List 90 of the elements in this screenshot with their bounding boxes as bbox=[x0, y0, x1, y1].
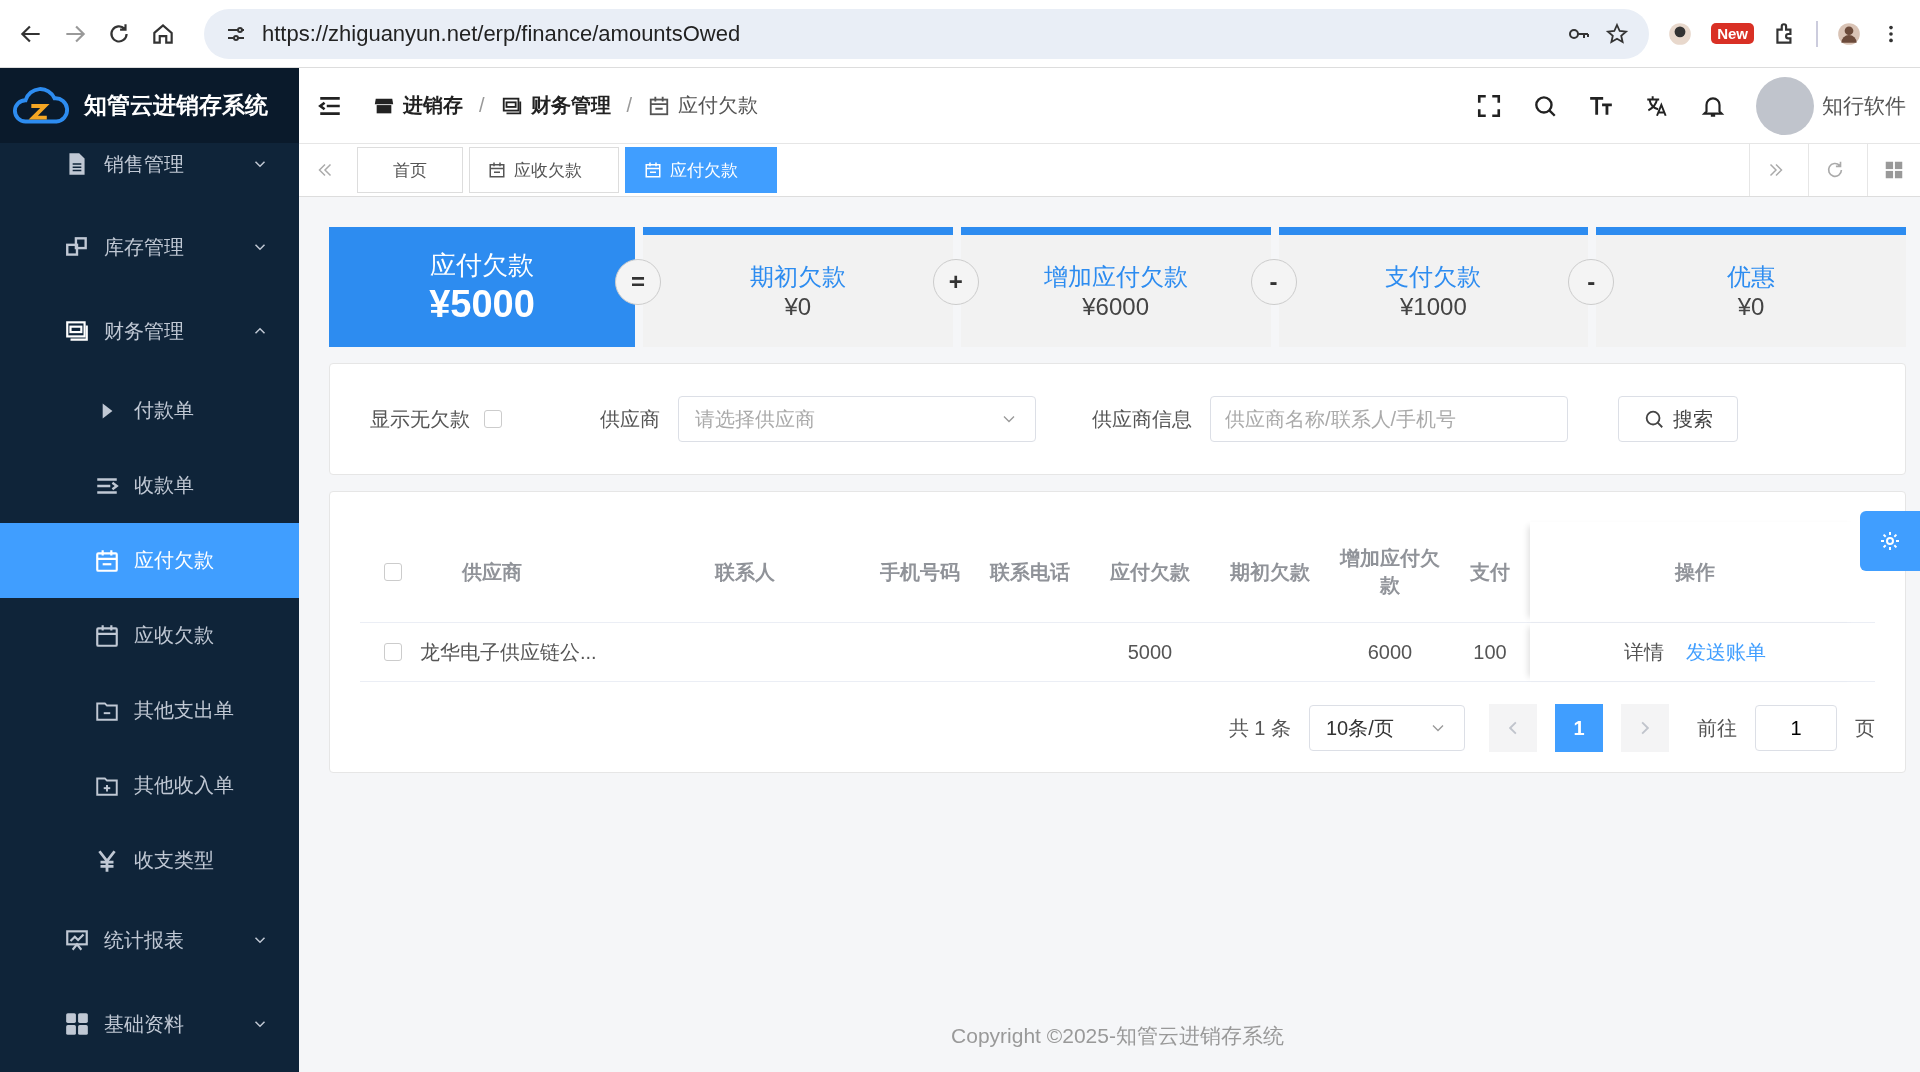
checkbox[interactable] bbox=[484, 410, 502, 428]
calendar-icon bbox=[94, 547, 120, 574]
page-tab[interactable]: 应收欠款 bbox=[469, 147, 619, 193]
sidebar-submenu-item[interactable]: 其他支出单 bbox=[0, 673, 299, 748]
summary-label: 增加应付欠款 bbox=[1043, 262, 1188, 292]
chevron-right-icon bbox=[1641, 721, 1649, 735]
star-icon[interactable] bbox=[1605, 21, 1630, 46]
fullscreen-icon[interactable] bbox=[1476, 92, 1502, 119]
page-size-select[interactable]: 10条/页 bbox=[1309, 705, 1465, 751]
sidebar-submenu-item[interactable]: 其他收入单 bbox=[0, 748, 299, 823]
checkbox[interactable] bbox=[384, 563, 402, 581]
sidebar-menu-item[interactable]: 基础资料 bbox=[0, 982, 299, 1066]
search-button[interactable]: 搜索 bbox=[1618, 396, 1738, 442]
menu-label: 销售管理 bbox=[104, 151, 185, 177]
column-header: 操作 bbox=[1530, 522, 1860, 622]
filter-label: 显示无欠款 bbox=[370, 406, 470, 432]
summary-label: 期初欠款 bbox=[749, 262, 846, 292]
summary-label: 支付欠款 bbox=[1385, 262, 1482, 292]
menu-label: 收支类型 bbox=[134, 848, 214, 873]
menu-label: 统计报表 bbox=[104, 927, 185, 953]
url-text: https://zhiguanyun.net/erp/finance/amountsOwed bbox=[262, 20, 742, 47]
chart-icon bbox=[64, 927, 90, 953]
grid-icon bbox=[1883, 159, 1905, 181]
breadcrumb-separator: / bbox=[626, 94, 633, 117]
calendar-icon bbox=[94, 622, 120, 649]
summary-label: 优惠 bbox=[1727, 262, 1776, 292]
total-label: 应付欠款 bbox=[430, 249, 534, 282]
menu-label: 收款单 bbox=[134, 473, 194, 498]
summary-value: ¥6000 bbox=[1082, 293, 1149, 321]
column-header: 联系电话 bbox=[988, 559, 1071, 585]
menu-label: 基础资料 bbox=[104, 1011, 185, 1037]
breadcrumb-item[interactable]: 财务管理 bbox=[530, 92, 611, 119]
sidebar-menu-item[interactable]: 财务管理 bbox=[0, 289, 299, 373]
menu-label: 库存管理 bbox=[104, 234, 185, 260]
column-header: 供应商 bbox=[461, 559, 523, 585]
column-header: 联系人 bbox=[713, 559, 776, 585]
checkbox[interactable] bbox=[384, 643, 402, 661]
page-input[interactable]: 1 bbox=[1755, 705, 1837, 751]
table-cell: 6000 bbox=[1367, 640, 1413, 663]
menu-label: 应付欠款 bbox=[134, 548, 214, 573]
user-name[interactable]: 知行软件 bbox=[1822, 91, 1906, 120]
menu-label: 财务管理 bbox=[104, 318, 185, 344]
sidebar-submenu-item[interactable]: 收支类型 bbox=[0, 823, 299, 898]
table-cell: 5000 bbox=[1127, 640, 1173, 663]
copyright-text: Copyright ©2025-知管云进销存系统 bbox=[950, 1023, 1285, 1049]
action-link[interactable]: 详情 bbox=[1624, 638, 1664, 666]
total-count: 共 1 条 bbox=[1228, 715, 1291, 741]
extension-new-badge[interactable]: New bbox=[1711, 23, 1754, 44]
filter-label: 供应商信息 bbox=[1092, 406, 1192, 432]
sidebar-menu-item[interactable]: 销售管理 bbox=[0, 143, 299, 205]
calendar-icon bbox=[648, 94, 671, 117]
app-title: 知管云进销存系统 bbox=[84, 91, 268, 120]
sidebar-submenu-item[interactable]: 付款单 bbox=[0, 373, 299, 448]
grid-icon bbox=[64, 1011, 90, 1037]
filter-label: 供应商 bbox=[600, 406, 660, 432]
column-header: 手机号码 bbox=[879, 559, 961, 585]
goto-label: 前往 bbox=[1697, 715, 1737, 741]
summary-value: ¥0 bbox=[1737, 293, 1765, 321]
menu-label: 其他收入单 bbox=[134, 773, 234, 798]
table-cell: 100 bbox=[1473, 640, 1507, 663]
menu-label: 应收欠款 bbox=[134, 623, 214, 648]
search-icon bbox=[1643, 408, 1665, 430]
wallet-icon bbox=[64, 318, 90, 344]
column-header: 增加应付欠款 bbox=[1338, 546, 1441, 598]
sidebar-menu-item[interactable]: 库存管理 bbox=[0, 205, 299, 289]
gear-icon bbox=[1878, 529, 1902, 553]
sidebar-submenu-item[interactable]: 应收欠款 bbox=[0, 598, 299, 673]
page-suffix: 页 bbox=[1855, 715, 1875, 741]
profile-avatar-icon[interactable] bbox=[1667, 20, 1694, 47]
summary-value: ¥0 bbox=[784, 293, 812, 321]
sidebar-submenu-item[interactable]: 收款单 bbox=[0, 448, 299, 523]
address-bar[interactable]: https://zhiguanyun.net/erp/finance/amountsOwed bbox=[204, 8, 1650, 59]
menu-label: 付款单 bbox=[134, 398, 194, 423]
breadcrumb-item[interactable]: 进销存 bbox=[403, 92, 463, 119]
supplier-info-field[interactable]: 供应商名称/联系人/手机号 bbox=[1210, 396, 1568, 442]
breadcrumb-item: 应付欠款 bbox=[678, 93, 759, 118]
total-value: ¥5000 bbox=[429, 283, 535, 326]
column-header: 期初欠款 bbox=[1229, 559, 1311, 585]
calendar-icon bbox=[644, 161, 662, 179]
column-header: 应付欠款 bbox=[1109, 559, 1191, 585]
profile-avatar-icon[interactable] bbox=[1836, 20, 1862, 47]
chevron-left-icon bbox=[1509, 721, 1517, 735]
menu-label: 其他支出单 bbox=[134, 698, 234, 723]
sidebar-menu-item[interactable]: 统计报表 bbox=[0, 898, 299, 982]
column-header: 支付 bbox=[1469, 559, 1511, 585]
table-cell: 龙华电子供应链公... bbox=[420, 640, 597, 663]
calendar-icon bbox=[488, 161, 506, 179]
summary-value: ¥1000 bbox=[1400, 293, 1467, 321]
page-tab[interactable]: 首页 bbox=[357, 147, 463, 193]
breadcrumb-separator: / bbox=[479, 94, 485, 117]
